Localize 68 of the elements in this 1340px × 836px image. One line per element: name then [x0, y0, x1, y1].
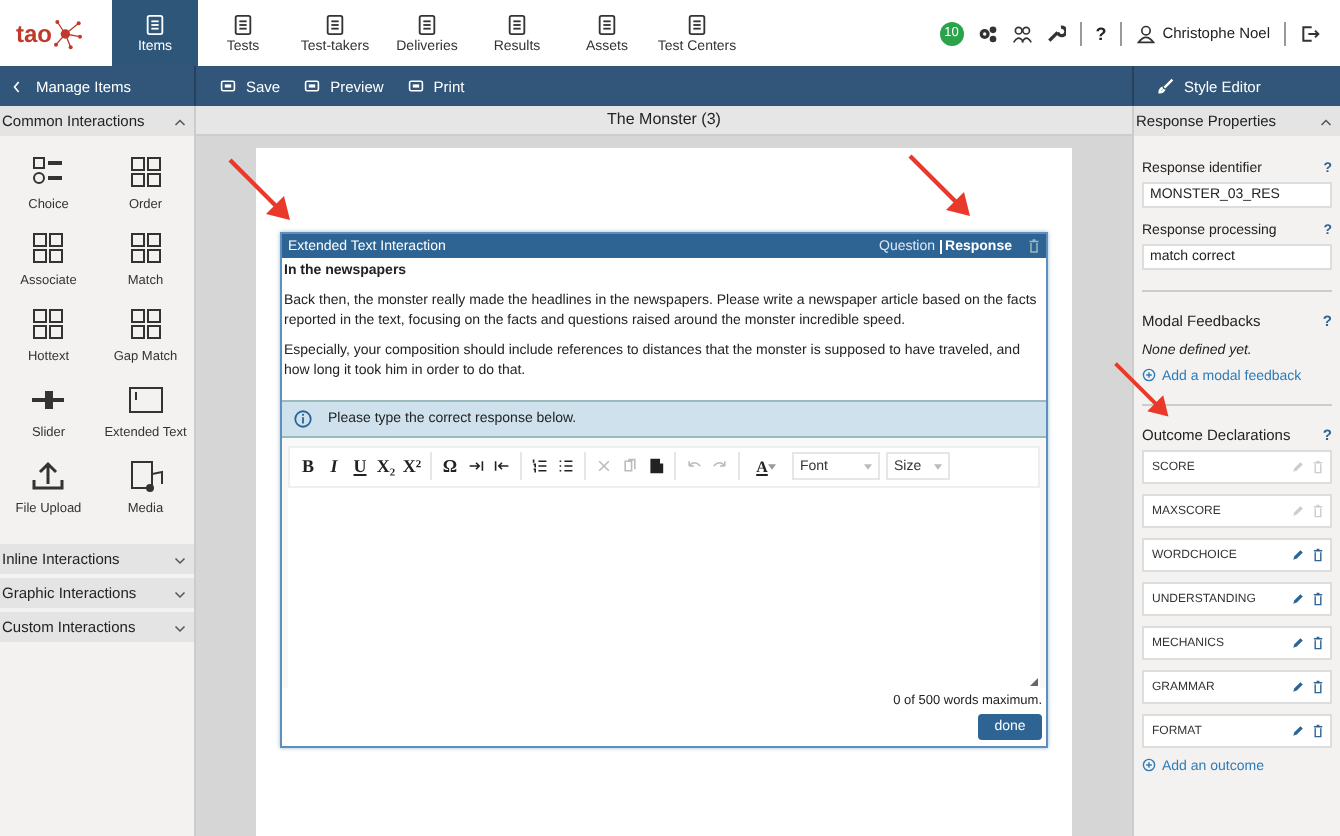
copy-icon	[622, 458, 638, 474]
starburst-icon	[52, 17, 84, 49]
document-icon	[416, 13, 438, 35]
caret-icon	[934, 463, 942, 469]
resize-handle-icon[interactable]	[1030, 677, 1038, 685]
caret-icon	[864, 463, 872, 469]
interaction-icon	[125, 232, 166, 264]
plus-circle-icon	[1142, 368, 1156, 382]
format-button[interactable]: X²	[400, 452, 424, 480]
annotation-arrow	[226, 156, 294, 224]
format-button[interactable]: Ω	[438, 452, 462, 480]
pencil-icon[interactable]	[1292, 592, 1304, 606]
toolbar-icon	[407, 78, 424, 94]
paste-icon	[648, 458, 664, 474]
toolbar-icon	[220, 78, 236, 94]
interaction-icon	[28, 460, 69, 492]
trash-icon[interactable]	[1312, 724, 1324, 738]
help-button[interactable]: ?	[1095, 23, 1107, 43]
chevron-icon	[174, 621, 186, 633]
bullist-icon	[558, 458, 574, 474]
trash-icon[interactable]	[1312, 636, 1324, 650]
gears-icon[interactable]	[977, 23, 998, 43]
interaction-icon	[125, 460, 166, 492]
caret-icon	[767, 463, 776, 469]
document-icon	[686, 13, 708, 35]
chevron-left-icon	[12, 79, 22, 93]
interaction-icon	[28, 232, 69, 264]
text-color-button[interactable]: A	[746, 452, 786, 480]
logout-icon[interactable]	[1300, 23, 1320, 43]
trash-icon[interactable]	[1312, 548, 1324, 562]
pencil-icon[interactable]	[1292, 548, 1304, 562]
chevron-icon	[174, 553, 186, 565]
user-icon[interactable]	[1136, 23, 1157, 43]
pencil-icon[interactable]	[1292, 680, 1304, 694]
pencil-icon[interactable]	[1292, 636, 1304, 650]
document-icon	[144, 13, 166, 35]
plus-circle-icon	[1142, 758, 1156, 772]
format-button[interactable]: U	[348, 452, 372, 480]
interaction-icon	[125, 308, 166, 340]
chevron-icon	[174, 115, 186, 127]
format-button[interactable]: I	[322, 452, 346, 480]
logo-text[interactable]: tao	[16, 19, 52, 47]
trash-icon[interactable]	[1312, 680, 1324, 694]
format-button[interactable]: B	[296, 452, 320, 480]
interaction-icon	[125, 156, 166, 188]
chevron-icon	[1320, 115, 1332, 127]
interaction-icon	[125, 384, 166, 416]
wrench-icon[interactable]	[1045, 23, 1066, 43]
document-icon	[324, 13, 346, 35]
toolbar-icon	[304, 78, 321, 94]
cut-icon	[596, 458, 612, 474]
brush-icon	[1158, 78, 1174, 94]
document-icon	[506, 13, 528, 35]
outdent-icon	[494, 458, 510, 474]
item-title: The Monster (3)	[196, 106, 1132, 136]
indent-icon	[468, 458, 484, 474]
users-icon[interactable]	[1011, 23, 1032, 43]
numlist-icon	[532, 458, 548, 474]
document-icon	[596, 13, 618, 35]
pencil-icon[interactable]	[1292, 724, 1304, 738]
info-icon	[294, 409, 312, 427]
format-button[interactable]: X₂	[374, 452, 398, 480]
document-icon	[232, 13, 254, 35]
chevron-icon	[174, 587, 186, 599]
trash-icon[interactable]	[1028, 238, 1040, 254]
trash-icon[interactable]	[1312, 592, 1324, 606]
annotation-arrow	[906, 152, 974, 220]
interaction-icon	[28, 308, 69, 340]
